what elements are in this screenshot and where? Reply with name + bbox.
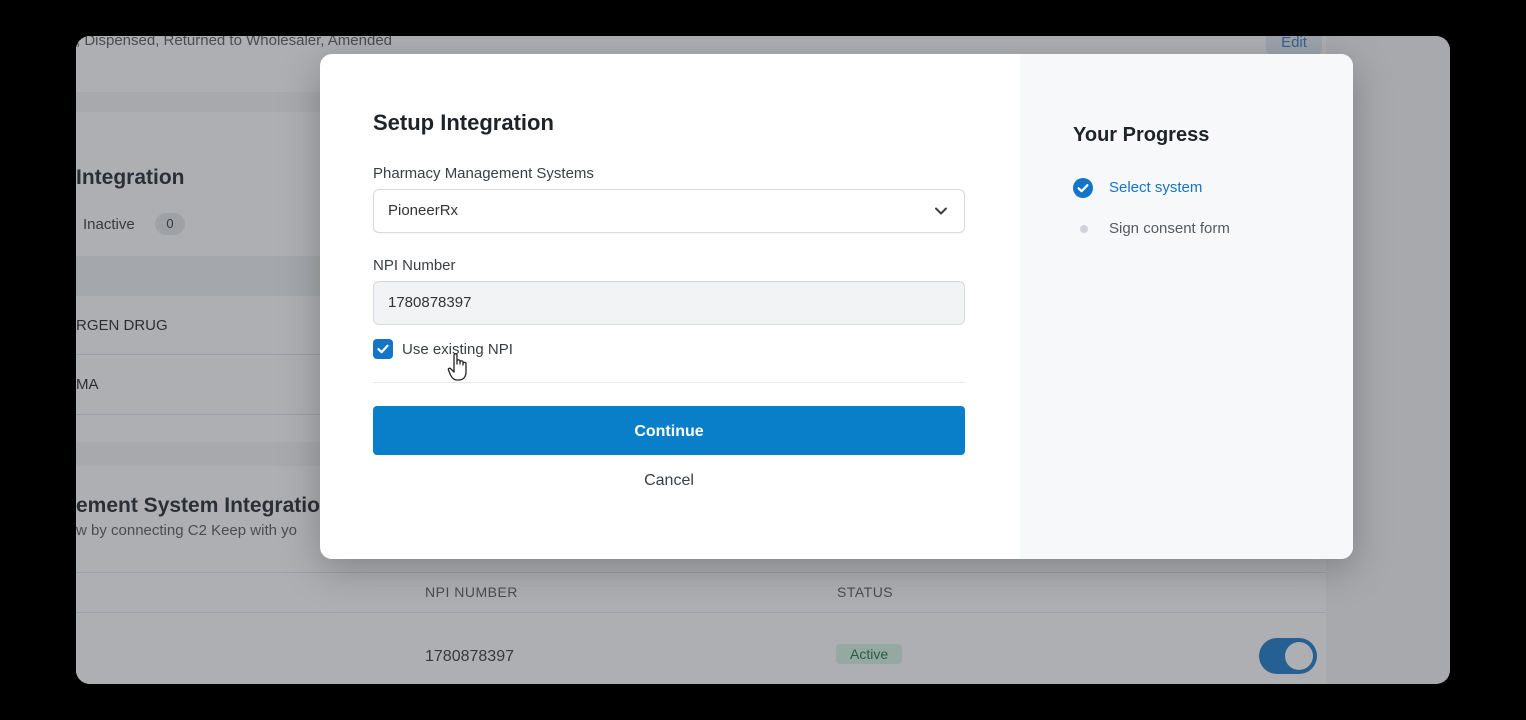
app-window: , Dispensed, Returned to Wholesaler, Ame… bbox=[76, 36, 1450, 684]
pms-select[interactable]: PioneerRx bbox=[373, 189, 965, 233]
npi-number-input[interactable]: 1780878397 bbox=[373, 281, 965, 325]
step-label: Sign consent form bbox=[1109, 220, 1230, 237]
npi-number-value: 1780878397 bbox=[388, 294, 472, 311]
form-divider bbox=[373, 382, 965, 383]
progress-panel: Your Progress Select system Sign consent… bbox=[1020, 54, 1353, 559]
use-existing-npi-checkbox[interactable] bbox=[373, 339, 393, 359]
pms-field-label: Pharmacy Management Systems bbox=[373, 165, 594, 182]
npi-field-label: NPI Number bbox=[373, 257, 456, 274]
chevron-down-icon bbox=[935, 207, 947, 215]
modal-form-panel: Setup Integration Pharmacy Management Sy… bbox=[320, 54, 1020, 559]
continue-button[interactable]: Continue bbox=[373, 406, 965, 455]
pms-selected-value: PioneerRx bbox=[388, 202, 459, 219]
hand-cursor-icon bbox=[447, 353, 467, 381]
check-circle-icon bbox=[1073, 178, 1093, 198]
cancel-button[interactable]: Cancel bbox=[373, 472, 965, 490]
pending-dot-icon bbox=[1080, 225, 1088, 233]
checkmark-icon bbox=[377, 344, 389, 354]
modal-title: Setup Integration bbox=[373, 110, 554, 135]
setup-integration-modal: Setup Integration Pharmacy Management Sy… bbox=[320, 54, 1353, 559]
progress-title: Your Progress bbox=[1073, 124, 1210, 146]
step-label: Select system bbox=[1109, 179, 1203, 196]
